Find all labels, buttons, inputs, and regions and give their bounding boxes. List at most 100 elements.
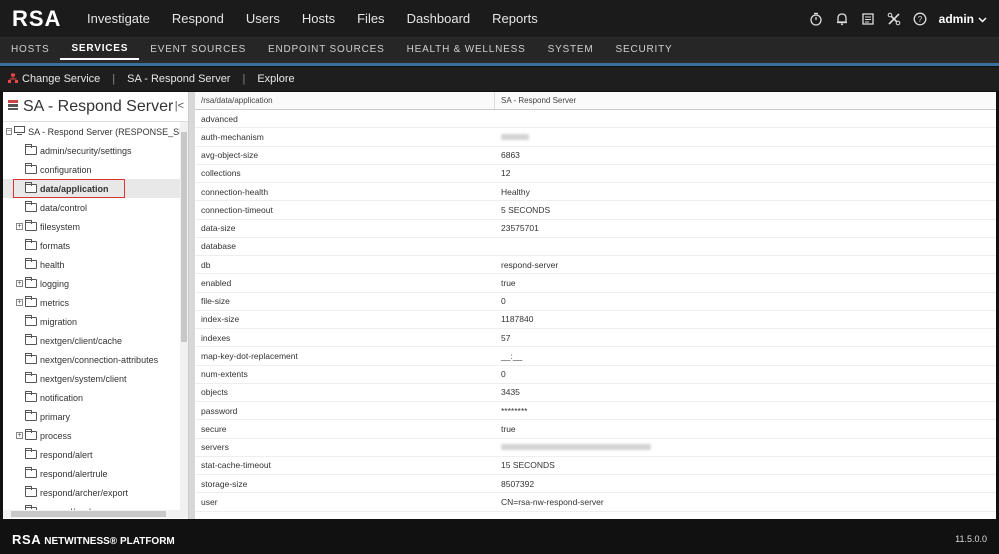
subnav-security[interactable]: SECURITY	[605, 38, 684, 60]
help-icon[interactable]: ?	[913, 12, 927, 26]
tree-item[interactable]: + metrics	[3, 293, 188, 312]
collapse-panel-icon[interactable]: |<	[175, 100, 184, 112]
table-row[interactable]: user CN=rsa-nw-respond-server	[195, 493, 996, 512]
folder-icon	[25, 448, 37, 459]
table-row[interactable]: servers	[195, 439, 996, 457]
tree-item[interactable]: formats	[3, 236, 188, 255]
nav-dashboard[interactable]: Dashboard	[396, 0, 482, 37]
service-name-tab[interactable]: SA - Respond Server	[127, 73, 230, 85]
tree-item[interactable]: primary	[3, 407, 188, 426]
table-row[interactable]: auth-mechanism	[195, 128, 996, 147]
tree-horizontal-scrollbar[interactable]	[3, 510, 188, 518]
tree-item-label: admin/security/settings	[40, 145, 132, 156]
table-row[interactable]: password ********	[195, 402, 996, 421]
change-service-button[interactable]: Change Service	[8, 73, 100, 86]
tree-root-label: SA - Respond Server (RESPONSE_SERV...	[28, 126, 188, 137]
subnav-endpoint-sources[interactable]: ENDPOINT SOURCES	[257, 38, 396, 60]
tree-vertical-scrollbar[interactable]	[180, 122, 188, 518]
scroll-thumb[interactable]	[181, 132, 187, 342]
tree-item[interactable]: nextgen/client/cache	[3, 331, 188, 350]
tree-item-label: formats	[40, 240, 71, 251]
tree-item[interactable]: notification	[3, 388, 188, 407]
tree-item[interactable]: migration	[3, 312, 188, 331]
table-row[interactable]: advanced	[195, 110, 996, 129]
nav-reports[interactable]: Reports	[481, 0, 549, 37]
table-row[interactable]: connection-timeout 5 SECONDS	[195, 201, 996, 220]
folder-icon	[25, 296, 37, 307]
property-name: storage-size	[201, 478, 248, 489]
table-row[interactable]: avg-object-size 6863	[195, 147, 996, 165]
expand-icon[interactable]: +	[16, 280, 23, 287]
bell-icon[interactable]	[835, 12, 849, 26]
tree-item-label: filesystem	[40, 221, 81, 232]
property-name: collections	[201, 168, 241, 179]
property-value: 12	[501, 168, 511, 179]
table-row[interactable]: storage-size 8507392	[195, 475, 996, 494]
tree-item[interactable]: respond/alert	[3, 445, 188, 464]
tree-item[interactable]: nextgen/system/client	[3, 369, 188, 388]
tree-item[interactable]: nextgen/connection-attributes	[3, 350, 188, 369]
expand-icon[interactable]: +	[16, 299, 23, 306]
tree-item[interactable]: + filesystem	[3, 217, 188, 236]
tree-item[interactable]: respond/archer/export	[3, 483, 188, 502]
rsa-logo[interactable]: RSA	[0, 6, 76, 32]
table-row[interactable]: db respond-server	[195, 256, 996, 275]
nav-investigate[interactable]: Investigate	[76, 0, 161, 37]
table-row[interactable]: objects 3435	[195, 384, 996, 402]
subnav-services[interactable]: SERVICES	[60, 38, 140, 60]
property-name: index-size	[201, 314, 240, 325]
tree-item[interactable]: + logging	[3, 274, 188, 293]
chevron-down-icon	[978, 12, 987, 26]
tree-item[interactable]: configuration	[3, 160, 188, 179]
timer-icon[interactable]	[809, 12, 823, 26]
subnav-event-sources[interactable]: EVENT SOURCES	[139, 38, 257, 60]
tasks-icon[interactable]	[861, 12, 875, 26]
table-row[interactable]: stat-cache-timeout 15 SECONDS	[195, 457, 996, 475]
table-row[interactable]: indexes 57	[195, 329, 996, 348]
folder-icon	[25, 258, 37, 269]
property-value: ********	[501, 405, 528, 416]
tree-item[interactable]: admin/security/settings	[3, 141, 188, 160]
folder-icon	[25, 163, 37, 174]
table-row[interactable]: map-key-dot-replacement __:__	[195, 347, 996, 366]
table-row[interactable]: connection-health Healthy	[195, 183, 996, 202]
tree-item-label: nextgen/connection-attributes	[40, 354, 159, 365]
table-row[interactable]: file-size 0	[195, 293, 996, 311]
table-row[interactable]: database	[195, 238, 996, 256]
nav-hosts[interactable]: Hosts	[291, 0, 346, 37]
property-value: 5 SECONDS	[501, 204, 551, 215]
tree-item-label: logging	[40, 278, 70, 289]
subnav-health-wellness[interactable]: HEALTH & WELLNESS	[396, 38, 537, 60]
folder-icon	[25, 353, 37, 364]
property-name: enabled	[201, 277, 232, 288]
property-name: data-size	[201, 223, 236, 234]
column-header-path: /rsa/data/application	[195, 92, 495, 109]
tree-item[interactable]: data/application	[3, 179, 188, 198]
tree-item[interactable]: + process	[3, 426, 188, 445]
property-value: true	[501, 277, 516, 288]
table-row[interactable]: data-size 23575701	[195, 220, 996, 238]
tools-icon[interactable]	[887, 12, 901, 26]
table-row[interactable]: enabled true	[195, 274, 996, 293]
explore-tab[interactable]: Explore	[257, 73, 294, 85]
scroll-thumb[interactable]	[11, 511, 166, 517]
subnav-system[interactable]: SYSTEM	[537, 38, 605, 60]
tree-item[interactable]: health	[3, 255, 188, 274]
tree-item[interactable]: data/control	[3, 198, 188, 217]
expand-icon[interactable]: +	[16, 223, 23, 230]
expand-icon[interactable]: +	[16, 432, 23, 439]
nav-users[interactable]: Users	[235, 0, 291, 37]
version-label: 11.5.0.0	[955, 534, 987, 544]
tree-item-label: nextgen/client/cache	[40, 335, 123, 346]
user-menu[interactable]: admin	[939, 12, 987, 26]
table-row[interactable]: num-extents 0	[195, 366, 996, 384]
tree-item[interactable]: respond/alertrule	[3, 464, 188, 483]
nav-respond[interactable]: Respond	[161, 0, 235, 37]
collapse-icon[interactable]: −	[6, 128, 13, 135]
table-row[interactable]: index-size 1187840	[195, 311, 996, 329]
nav-files[interactable]: Files	[346, 0, 395, 37]
tree-root[interactable]: − SA - Respond Server (RESPONSE_SERV...	[3, 122, 188, 141]
table-row[interactable]: secure true	[195, 420, 996, 439]
table-row[interactable]: collections 12	[195, 165, 996, 183]
subnav-hosts[interactable]: HOSTS	[0, 38, 60, 60]
